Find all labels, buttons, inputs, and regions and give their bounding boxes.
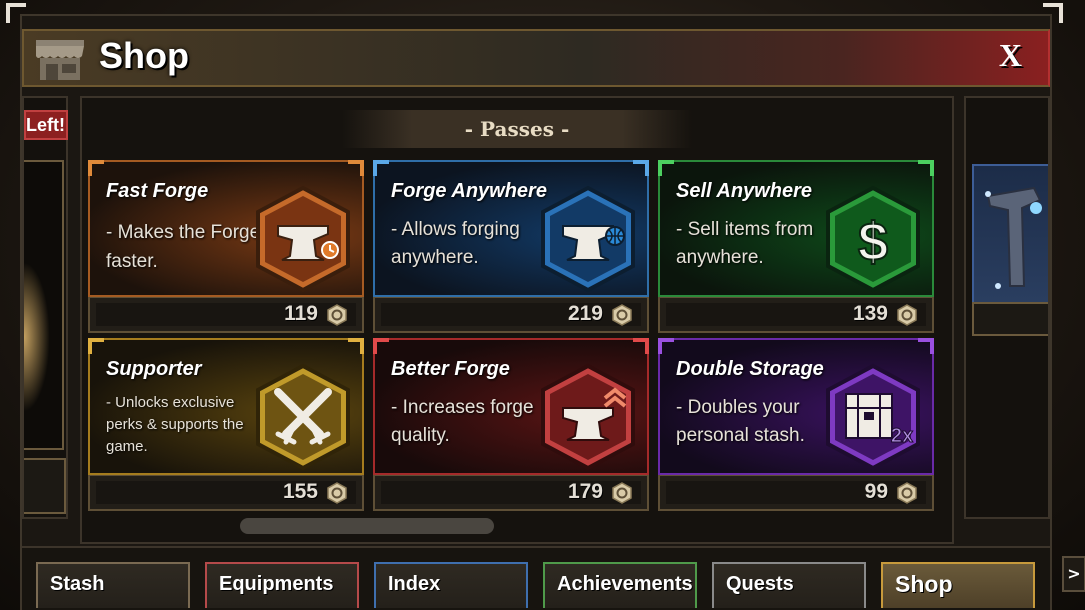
pass-description: - Unlocks exclusive perks & supports the…	[106, 394, 244, 455]
anvil-globe-icon	[541, 185, 635, 293]
pass-price: 219	[567, 302, 603, 325]
pass-price: 155	[282, 480, 318, 503]
coin-icon	[897, 304, 917, 326]
tab-shop[interactable]: Shop	[881, 562, 1035, 608]
pass-card-fast-forge[interactable]: Fast Forge - Makes the Forge faster. 119	[88, 160, 364, 333]
shop-stall-icon	[36, 40, 84, 80]
tab-equipments[interactable]: Equipments	[205, 562, 359, 608]
left-offer-price-bar	[24, 458, 66, 514]
anvil-clock-icon	[256, 185, 350, 293]
pass-price: 119	[284, 302, 318, 325]
pass-name: Double Storage	[676, 358, 824, 380]
close-button[interactable]: X	[999, 37, 1022, 74]
pass-card-art: Better Forge - Increases forge quality.	[373, 338, 649, 475]
crossed-swords-icon	[256, 363, 350, 471]
pass-price: 139	[852, 302, 888, 325]
price-bar: 155	[88, 475, 364, 511]
right-offer-price-bar	[972, 302, 1048, 336]
pass-card-sell-anywhere[interactable]: Sell Anywhere - Sell items from anywhere…	[658, 160, 934, 333]
pass-card-art: Supporter - Unlocks exclusive perks & su…	[88, 338, 364, 475]
hammer-item-icon	[985, 186, 1042, 289]
tab-achievements[interactable]: Achievements	[543, 562, 697, 608]
pass-name: Fast Forge	[106, 180, 209, 202]
coin-icon	[612, 482, 632, 504]
price-bar: 119	[88, 297, 364, 333]
shop-header: Shop X	[22, 29, 1050, 87]
bottom-tab-bar: Stash Equipments Index Achievements Ques…	[22, 546, 1050, 610]
price-bar: 99	[658, 475, 934, 511]
section-title: - Passes -	[464, 117, 570, 141]
pass-price: 99	[864, 480, 888, 503]
pass-price: 179	[567, 480, 603, 503]
coin-icon	[327, 482, 347, 504]
passes-panel: - Passes - Fast Forge - Makes the Forge …	[80, 96, 954, 544]
left-offer-panel: Left!	[22, 96, 68, 519]
coin-icon	[897, 482, 917, 504]
pass-name: Forge Anywhere	[391, 180, 547, 202]
svg-text:$: $	[858, 212, 888, 272]
right-offer-panel	[964, 96, 1050, 519]
tab-quests[interactable]: Quests	[712, 562, 866, 608]
section-header: - Passes -	[342, 110, 692, 148]
pass-card-forge-anywhere[interactable]: Forge Anywhere - Allows forging anywhere…	[373, 160, 649, 333]
tab-index[interactable]: Index	[374, 562, 528, 608]
pass-card-supporter[interactable]: Supporter - Unlocks exclusive perks & su…	[88, 338, 364, 511]
anvil-upgrade-icon	[541, 363, 635, 471]
left-offer-card[interactable]	[24, 160, 64, 450]
limited-offer-banner: Left!	[24, 110, 68, 140]
pass-card-double-storage[interactable]: Double Storage - Doubles your personal s…	[658, 338, 934, 511]
pass-card-art: Fast Forge - Makes the Forge faster.	[88, 160, 364, 297]
pass-card-art: Forge Anywhere - Allows forging anywhere…	[373, 160, 649, 297]
chest-2x-icon: 2x	[826, 363, 920, 471]
pass-card-better-forge[interactable]: Better Forge - Increases forge quality. …	[373, 338, 649, 511]
horizontal-scrollbar[interactable]	[240, 518, 494, 534]
pass-name: Sell Anywhere	[676, 180, 812, 202]
price-bar: 219	[373, 297, 649, 333]
tab-stash[interactable]: Stash	[36, 562, 190, 608]
pass-name: Better Forge	[391, 358, 510, 380]
pass-card-art: Double Storage - Doubles your personal s…	[658, 338, 934, 475]
price-bar: 139	[658, 297, 934, 333]
next-page-button[interactable]: >	[1062, 556, 1085, 592]
price-bar: 179	[373, 475, 649, 511]
right-offer-card[interactable]	[972, 164, 1048, 304]
pass-name: Supporter	[106, 358, 202, 380]
page-title: Shop	[99, 35, 189, 76]
coin-icon	[612, 304, 632, 326]
pass-card-art: Sell Anywhere - Sell items from anywhere…	[658, 160, 934, 297]
double-storage-badge: 2x	[891, 425, 913, 447]
coin-icon	[327, 304, 347, 326]
dollar-icon: $	[826, 185, 920, 293]
